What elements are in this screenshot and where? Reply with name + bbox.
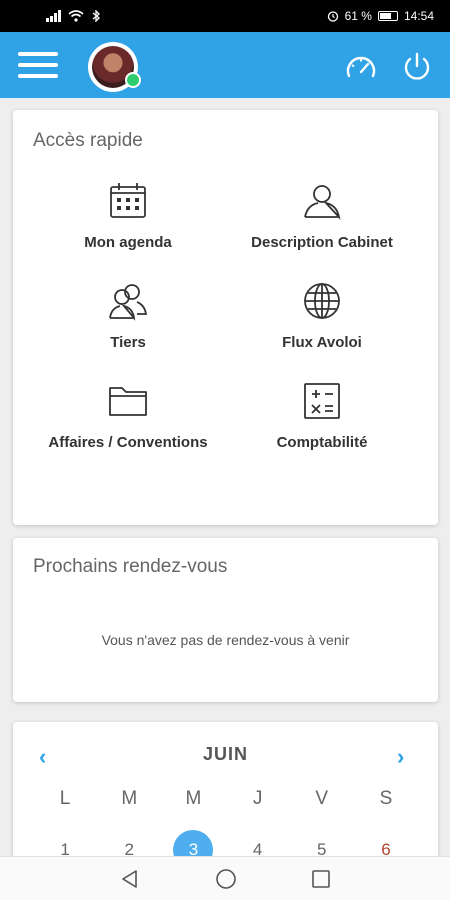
quick-access-card: Accès rapide Mon agenda Description Cabi…: [13, 110, 438, 525]
bluetooth-icon: [92, 10, 100, 22]
weekday: V: [315, 788, 329, 809]
quick-access-affaires[interactable]: Affaires / Conventions: [28, 380, 228, 451]
weekday: S: [379, 788, 393, 809]
status-icons-left: [46, 10, 102, 22]
calendar-month: JUIN: [202, 744, 248, 764]
app-bar: [0, 32, 450, 98]
quick-access-agenda[interactable]: Mon agenda: [28, 180, 228, 251]
weekday: J: [252, 788, 263, 809]
clock: 14:54: [403, 9, 434, 23]
calendar-icon: [110, 183, 146, 218]
appointments-card: Prochains rendez-vous Vous n'avez pas de…: [13, 538, 438, 702]
quick-access-tiers[interactable]: Tiers: [28, 280, 228, 351]
calendar-weekdays: L M M J V S: [33, 788, 418, 810]
power-icon[interactable]: [400, 50, 434, 84]
battery-percent: 61 %: [344, 9, 372, 23]
folder-icon: [109, 387, 147, 416]
signal-icon: [46, 10, 61, 22]
status-bar: 61 % 14:54: [0, 0, 450, 32]
quick-access-tiers-label: Tiers: [110, 334, 146, 351]
quick-access-flux-label: Flux Avoloi: [282, 334, 362, 351]
status-icons-right: 61 % 14:54: [327, 9, 434, 23]
weekday: L: [59, 788, 71, 809]
wifi-icon: [68, 10, 84, 22]
quick-access-agenda-label: Mon agenda: [84, 234, 172, 251]
battery-icon: [377, 11, 398, 21]
back-icon[interactable]: [118, 867, 142, 891]
quick-access-cabinet-label: Description Cabinet: [251, 234, 393, 251]
avatar[interactable]: [88, 42, 141, 92]
appointments-title: Prochains rendez-vous: [33, 556, 228, 577]
people-icon: [109, 284, 148, 321]
quick-access-comptabilite[interactable]: Comptabilité: [222, 380, 422, 451]
quick-access-cabinet[interactable]: Description Cabinet: [222, 180, 422, 251]
quick-access-title: Accès rapide: [33, 130, 143, 151]
speedometer-icon[interactable]: [344, 51, 378, 85]
weekday: M: [121, 788, 138, 809]
weekday: M: [185, 788, 202, 809]
recent-apps-icon[interactable]: [309, 867, 333, 891]
online-status-dot: [125, 72, 141, 88]
system-nav-bar: [0, 856, 450, 900]
calculator-icon: [304, 383, 340, 419]
chevron-right-icon[interactable]: ›: [397, 744, 404, 770]
person-icon: [304, 185, 341, 220]
menu-icon[interactable]: [18, 52, 58, 80]
quick-access-comptabilite-label: Comptabilité: [276, 434, 368, 451]
home-icon[interactable]: [214, 867, 238, 891]
appointments-empty-message: Vous n'avez pas de rendez-vous à venir: [101, 632, 350, 648]
alarm-icon: [327, 11, 338, 22]
globe-icon: [304, 283, 340, 319]
quick-access-flux[interactable]: Flux Avoloi: [222, 280, 422, 351]
quick-access-affaires-label: Affaires / Conventions: [48, 434, 208, 451]
